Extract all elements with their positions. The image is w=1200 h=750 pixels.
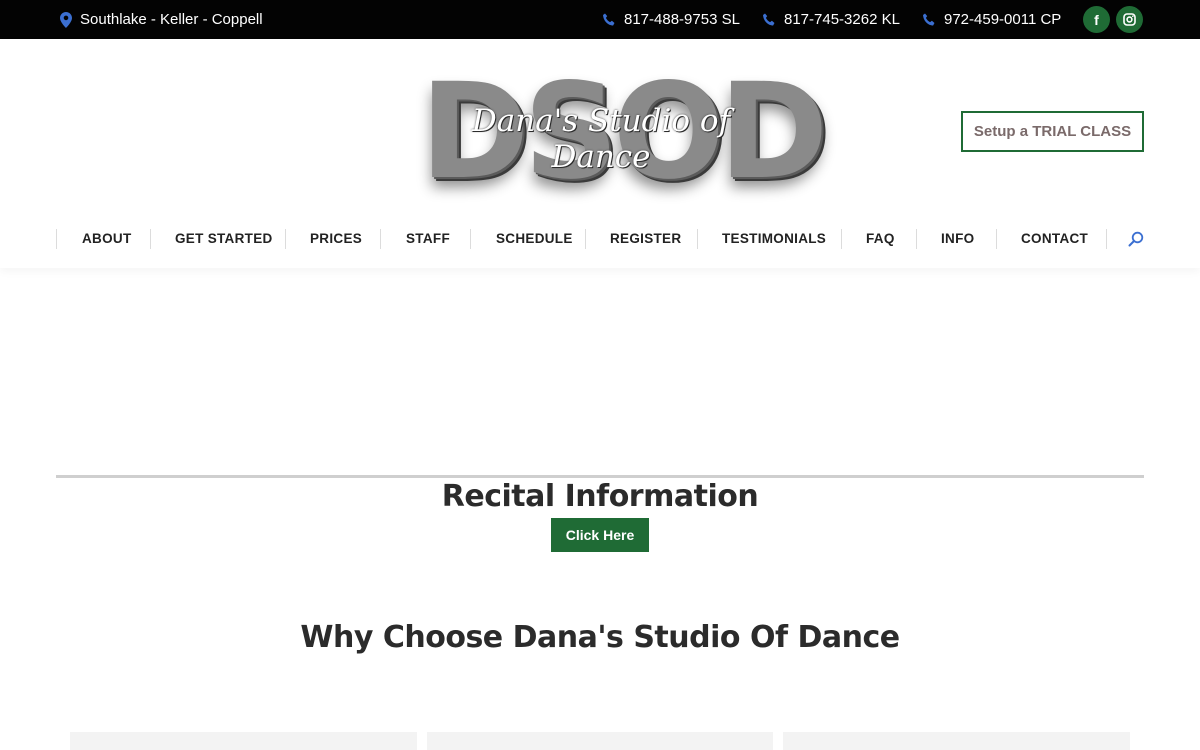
phone-keller[interactable]: 817-745-3262 KL xyxy=(762,0,900,39)
top-bar: Southlake - Keller - Coppell 817-488-975… xyxy=(0,0,1200,39)
location-text: Southlake - Keller - Coppell xyxy=(80,11,263,28)
logo-script: Dana's Studio of Dance xyxy=(471,103,731,175)
nav-item-get-started[interactable]: GET STARTED xyxy=(175,228,273,250)
phone-text: 972-459-0011 CP xyxy=(944,11,1062,28)
nav-item-contact[interactable]: CONTACT xyxy=(1021,228,1088,250)
section-divider xyxy=(56,475,1144,478)
nav-item-faq[interactable]: FAQ xyxy=(866,228,895,250)
nav-divider xyxy=(470,229,471,249)
nav-divider xyxy=(380,229,381,249)
nav-divider xyxy=(585,229,586,249)
nav-item-register[interactable]: REGISTER xyxy=(610,228,681,250)
main-nav: ABOUT GET STARTED PRICES STAFF SCHEDULE … xyxy=(0,228,1200,250)
phone-icon xyxy=(763,13,775,25)
phone-southlake[interactable]: 817-488-9753 SL xyxy=(602,0,740,39)
nav-divider xyxy=(916,229,917,249)
nav-item-staff[interactable]: STAFF xyxy=(406,228,450,250)
nav-item-testimonials[interactable]: TESTIMONIALS xyxy=(722,228,826,250)
site-logo[interactable]: DSOD Dana's Studio of Dance xyxy=(420,57,828,222)
instagram-link[interactable] xyxy=(1116,6,1143,33)
nav-divider xyxy=(285,229,286,249)
feature-card xyxy=(783,732,1130,750)
recital-heading: Recital Information xyxy=(441,479,759,514)
facebook-icon: f xyxy=(1094,11,1099,28)
nav-item-prices[interactable]: PRICES xyxy=(310,228,362,250)
feature-card xyxy=(70,732,417,750)
phone-text: 817-488-9753 SL xyxy=(624,11,740,28)
nav-item-about[interactable]: ABOUT xyxy=(82,228,132,250)
why-choose-heading: Why Choose Dana's Studio Of Dance xyxy=(300,620,900,655)
nav-divider xyxy=(697,229,698,249)
map-pin-icon xyxy=(60,11,72,28)
search-icon xyxy=(1128,231,1144,247)
site-header: DSOD Dana's Studio of Dance Setup a TRIA… xyxy=(0,39,1200,268)
recital-click-button[interactable]: Click Here xyxy=(551,518,649,552)
phone-coppell[interactable]: 972-459-0011 CP xyxy=(922,0,1061,39)
nav-divider xyxy=(150,229,151,249)
nav-item-info[interactable]: INFO xyxy=(941,228,974,250)
nav-divider xyxy=(841,229,842,249)
facebook-link[interactable]: f xyxy=(1083,6,1110,33)
nav-divider xyxy=(56,229,57,249)
nav-divider xyxy=(1106,229,1107,249)
nav-item-schedule[interactable]: SCHEDULE xyxy=(496,228,573,250)
phone-text: 817-745-3262 KL xyxy=(784,11,900,28)
phone-icon xyxy=(603,13,615,25)
search-button[interactable] xyxy=(1128,231,1144,252)
phone-icon xyxy=(923,13,935,25)
trial-class-button[interactable]: Setup a TRIAL CLASS xyxy=(961,111,1144,152)
instagram-icon xyxy=(1123,13,1136,26)
feature-card xyxy=(427,732,773,750)
nav-divider xyxy=(996,229,997,249)
location: Southlake - Keller - Coppell xyxy=(60,0,263,39)
